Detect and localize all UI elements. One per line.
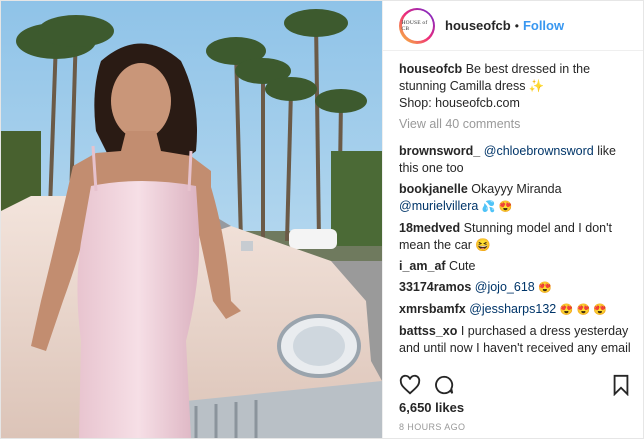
comment-username[interactable]: bookjanelle bbox=[399, 182, 468, 196]
comment: brownsword_ @chloebrownsword like this o… bbox=[399, 143, 633, 177]
comment-username[interactable]: battss_xo bbox=[399, 324, 457, 338]
comment: xmrsbamfx @jessharps132 😍 😍 😍 bbox=[399, 301, 633, 319]
comment-mention[interactable]: @jessharps132 bbox=[469, 302, 556, 316]
comment-bubble-icon[interactable] bbox=[433, 374, 455, 396]
comment-emoji: 😍 😍 😍 bbox=[559, 304, 607, 316]
action-bar bbox=[399, 373, 631, 397]
likes-count[interactable]: 6,650 likes bbox=[399, 400, 464, 415]
header-separator: • bbox=[514, 18, 519, 33]
caption-username[interactable]: houseofcb bbox=[399, 62, 462, 76]
comment-text: Cute bbox=[449, 259, 476, 273]
comment-username[interactable]: 18medved bbox=[399, 221, 460, 235]
comment: 33174ramos @jojo_618 😍 bbox=[399, 279, 633, 297]
avatar[interactable]: HOUSE of CB bbox=[399, 7, 435, 44]
comment-mention[interactable]: @murielvillera bbox=[399, 199, 478, 213]
comment: i_am_af Cute bbox=[399, 258, 633, 275]
header-username[interactable]: houseofcb bbox=[445, 18, 511, 33]
heart-icon[interactable] bbox=[399, 374, 421, 396]
caption-shop: Shop: houseofcb.com bbox=[399, 96, 520, 110]
comment-emoji: 😍 bbox=[538, 282, 552, 294]
post-timestamp: 8 HOURS AGO bbox=[399, 422, 466, 432]
post-photo[interactable] bbox=[1, 1, 382, 438]
avatar-logo: HOUSE of CB bbox=[401, 10, 433, 41]
comment-username[interactable]: 33174ramos bbox=[399, 280, 471, 294]
comment-emoji: 💦 😍 bbox=[481, 201, 513, 213]
comment-text: Okayyy Miranda bbox=[471, 182, 562, 196]
comment-mention[interactable]: @chloebrownsword bbox=[484, 144, 594, 158]
comment-username[interactable]: i_am_af bbox=[399, 259, 446, 273]
follow-button[interactable]: Follow bbox=[523, 18, 564, 33]
comment: battss_xo I purchased a dress yesterday … bbox=[399, 323, 633, 358]
comment-mention[interactable]: @jojo_618 bbox=[475, 280, 535, 294]
comments-list: houseofcb Be best dressed in the stunnin… bbox=[399, 61, 633, 358]
comment-username[interactable]: xmrsbamfx bbox=[399, 302, 466, 316]
post-details-panel: HOUSE of CB houseofcb • Follow houseofcb… bbox=[382, 1, 643, 438]
caption: houseofcb Be best dressed in the stunnin… bbox=[399, 61, 633, 112]
comment: 18medved Stunning model and I don't mean… bbox=[399, 220, 633, 254]
bookmark-icon[interactable] bbox=[611, 374, 631, 396]
post-header: HOUSE of CB houseofcb • Follow bbox=[383, 1, 643, 51]
comment: bookjanelle Okayyy Miranda @murielviller… bbox=[399, 181, 633, 216]
instagram-post: HOUSE of CB houseofcb • Follow houseofcb… bbox=[0, 0, 644, 439]
view-all-comments-link[interactable]: View all 40 comments bbox=[399, 116, 633, 133]
photo-illustration bbox=[1, 1, 382, 438]
comment-username[interactable]: brownsword_ bbox=[399, 144, 480, 158]
